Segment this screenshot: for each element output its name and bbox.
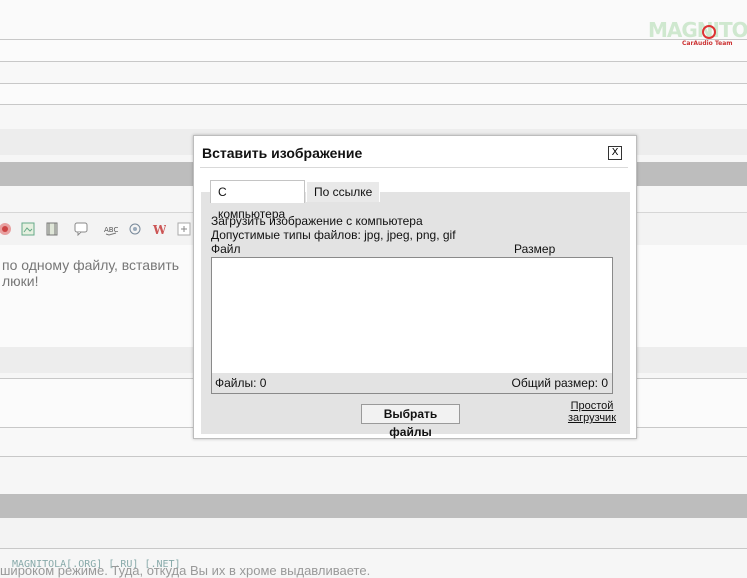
form-row [0, 518, 747, 548]
film-icon[interactable] [45, 222, 59, 236]
editor-text-line: люки! [2, 273, 39, 289]
file-list[interactable] [211, 257, 613, 374]
spellcheck-icon[interactable]: ABC [104, 222, 118, 236]
insert-image-icon[interactable] [21, 222, 35, 236]
insert-image-dialog: Вставить изображение X С компьютера По с… [193, 135, 637, 439]
total-size: Общий размер: 0 [511, 376, 608, 390]
footer-text: широком режиме. Туда, откуда Вы их в хро… [0, 563, 371, 578]
column-size: Размер [514, 242, 556, 256]
divider [0, 456, 747, 457]
header-area [0, 0, 747, 40]
simple-uploader-link[interactable]: Простой загрузчик [562, 400, 622, 424]
form-row [0, 40, 747, 62]
divider [200, 167, 628, 168]
add-icon[interactable] [177, 222, 191, 236]
svg-text:W: W [152, 223, 166, 236]
form-row [0, 105, 747, 129]
editor-text-line: по одному файлу, вставить [2, 257, 180, 273]
file-list-footer: Файлы: 0 Общий размер: 0 [211, 373, 613, 394]
dialog-title: Вставить изображение [202, 145, 363, 161]
close-button[interactable]: X [608, 146, 622, 160]
image-icon[interactable] [0, 222, 14, 236]
divider [0, 548, 747, 549]
site-logo: MAGNITOLA CarAudio Team [648, 18, 747, 50]
word-paste-icon[interactable]: W [152, 222, 167, 237]
logo-text: MAGNITOLA [648, 18, 747, 42]
find-replace-icon[interactable] [128, 222, 142, 236]
form-row [0, 62, 747, 84]
form-row [0, 84, 747, 104]
tab-from-computer[interactable]: С компьютера [210, 180, 305, 221]
comment-icon[interactable] [74, 222, 88, 237]
section-header-dark [0, 494, 747, 518]
logo-tagline: CarAudio Team [682, 40, 733, 47]
upload-heading: Загрузить изображение с компьютера [211, 214, 423, 228]
files-count: Файлы: 0 [215, 376, 267, 390]
allowed-types: Допустимые типы файлов: jpg, jpeg, png, … [211, 228, 456, 242]
column-file: Файл [211, 242, 241, 256]
choose-files-button[interactable]: Выбрать файлы [361, 404, 460, 439]
tab-by-url[interactable]: По ссылке [306, 181, 381, 202]
logo-ring-icon [702, 25, 716, 39]
